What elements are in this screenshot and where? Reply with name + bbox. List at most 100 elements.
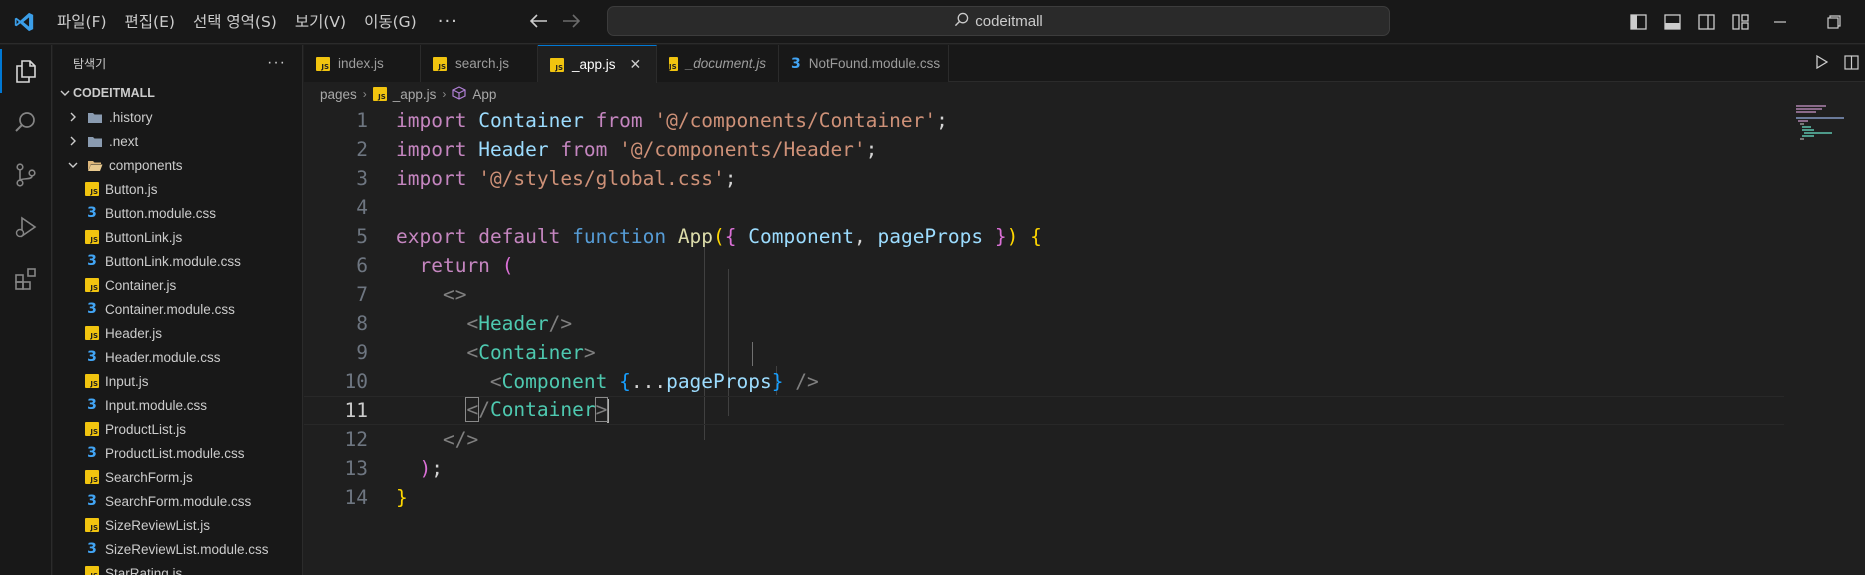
explorer-header: 탐색기 ··· <box>53 45 302 81</box>
line-number: 10 <box>344 370 368 393</box>
file-item[interactable]: 3 SizeReviewList.module.css <box>53 537 302 561</box>
file-item[interactable]: 3 ButtonLink.module.css <box>53 249 302 273</box>
tree-item-label: SearchForm.module.css <box>105 493 252 509</box>
menu-file[interactable]: 파일(F) <box>48 7 116 37</box>
code-line: 6 return ( <box>304 251 1784 280</box>
breadcrumb-symbol[interactable]: App <box>472 87 496 102</box>
customize-layout-icon[interactable] <box>1723 0 1757 44</box>
run-and-debug-icon[interactable] <box>0 201 52 253</box>
workspace-root[interactable]: CODEITMALL <box>53 81 302 105</box>
code-text: import Container from '@/components/Cont… <box>396 109 948 132</box>
tab-app-js[interactable]: JS _app.js ✕ <box>538 45 657 83</box>
file-item[interactable]: 3 Container.module.css <box>53 297 302 321</box>
line-number: 3 <box>356 167 368 190</box>
code-line: 7 <> <box>304 280 1784 309</box>
menu-selection[interactable]: 선택 영역(S) <box>184 7 286 37</box>
line-number: 6 <box>356 254 368 277</box>
line-number: 12 <box>344 428 368 451</box>
tab-label: _app.js <box>572 57 616 72</box>
split-editor-icon[interactable] <box>1844 54 1859 73</box>
folder-icon <box>87 110 103 124</box>
code-text: import Header from '@/components/Header'… <box>396 138 878 161</box>
tab-notfound-module-css[interactable]: 3 NotFound.module.css <box>779 45 949 82</box>
code-line: 12 </> <box>304 425 1784 454</box>
tab-search-js[interactable]: JS search.js <box>421 45 538 82</box>
code-line: 2 import Header from '@/components/Heade… <box>304 135 1784 164</box>
js-file-icon: JS <box>85 326 99 340</box>
tree-item-label: ProductList.js <box>105 421 187 437</box>
menu-edit[interactable]: 편집(E) <box>116 7 184 37</box>
close-icon[interactable]: ✕ <box>630 56 642 73</box>
tree-item-label: .next <box>109 133 139 149</box>
workspace-root-label: CODEITMALL <box>73 86 155 100</box>
file-item[interactable]: JS ButtonLink.js <box>53 225 302 249</box>
breadcrumb-folder[interactable]: pages <box>320 87 357 102</box>
css-file-icon: 3 <box>87 541 97 557</box>
source-control-icon[interactable] <box>0 149 52 201</box>
chevron-right-icon <box>65 136 81 146</box>
file-item[interactable]: 3 Input.module.css <box>53 393 302 417</box>
file-item[interactable]: JS ProductList.js <box>53 417 302 441</box>
toggle-primary-sidebar-icon[interactable] <box>1621 0 1655 44</box>
folder-item[interactable]: .history <box>53 105 302 129</box>
minimap[interactable] <box>1796 105 1848 145</box>
code-text: <Container> <box>466 341 596 364</box>
file-item[interactable]: JS Header.js <box>53 321 302 345</box>
js-file-icon: JS <box>85 182 99 196</box>
menu-view[interactable]: 보기(V) <box>286 7 355 37</box>
back-arrow-icon[interactable] <box>529 11 548 34</box>
breadcrumb: pages › JS _app.js › App <box>304 83 496 105</box>
file-item[interactable]: 3 SearchForm.module.css <box>53 489 302 513</box>
code-editor[interactable]: 1 import Container from '@/components/Co… <box>304 106 1865 575</box>
tree-item-label: SizeReviewList.module.css <box>105 541 269 557</box>
minimap-line <box>1796 108 1822 110</box>
minimap-line <box>1796 105 1826 107</box>
breadcrumb-file[interactable]: _app.js <box>393 87 437 102</box>
command-center-search[interactable]: codeitmall <box>607 6 1390 36</box>
extensions-icon[interactable] <box>0 253 52 305</box>
minimize-icon[interactable] <box>1757 0 1803 44</box>
toggle-secondary-sidebar-icon[interactable] <box>1689 0 1723 44</box>
tab-label: _document.js <box>685 56 766 71</box>
explorer-icon[interactable] <box>0 45 52 97</box>
line-number: 5 <box>356 225 368 248</box>
toggle-panel-icon[interactable] <box>1655 0 1689 44</box>
explorer-more-button[interactable]: ··· <box>267 54 286 72</box>
menu-more[interactable]: ··· <box>426 7 470 37</box>
file-item[interactable]: JS SearchForm.js <box>53 465 302 489</box>
js-file-icon: JS <box>669 56 678 71</box>
css-file-icon: 3 <box>87 253 97 269</box>
file-item[interactable]: JS Input.js <box>53 369 302 393</box>
text-cursor <box>607 398 610 423</box>
folder-item[interactable]: components <box>53 153 302 177</box>
search-view-icon[interactable] <box>0 97 52 149</box>
restore-icon[interactable] <box>1803 0 1865 44</box>
tree-item-label: Button.js <box>105 181 158 197</box>
title-bar: 파일(F) 편집(E) 선택 영역(S) 보기(V) 이동(G) ··· cod… <box>0 0 1865 44</box>
folder-item[interactable]: .next <box>53 129 302 153</box>
minimap-line <box>1802 135 1814 137</box>
symbol-cube-icon <box>452 85 466 103</box>
file-item[interactable]: 3 Button.module.css <box>53 201 302 225</box>
tab-index-js[interactable]: JS index.js <box>304 45 421 82</box>
tree-item-label: SizeReviewList.js <box>105 517 211 533</box>
css-file-icon: 3 <box>87 397 97 413</box>
file-item[interactable]: 3 Header.module.css <box>53 345 302 369</box>
file-item[interactable]: JS StarRating.js <box>53 561 302 575</box>
tree-item-label: StarRating.js <box>105 565 183 575</box>
line-number: 9 <box>356 341 368 364</box>
file-item[interactable]: JS SizeReviewList.js <box>53 513 302 537</box>
tab-document-js[interactable]: JS _document.js <box>657 45 779 82</box>
js-file-icon: JS <box>85 278 99 292</box>
forward-arrow-icon[interactable] <box>562 11 581 34</box>
tree-item-label: Header.module.css <box>105 349 221 365</box>
menu-go[interactable]: 이동(G) <box>355 7 426 37</box>
editor-tab-bar: JS index.js JS search.js JS _app.js ✕ JS _docume… <box>304 45 1865 83</box>
line-number: 4 <box>356 196 368 219</box>
tree-item-label: components <box>109 157 183 173</box>
js-file-icon: JS <box>85 518 99 532</box>
file-item[interactable]: 3 ProductList.module.css <box>53 441 302 465</box>
file-item[interactable]: JS Container.js <box>53 273 302 297</box>
file-item[interactable]: JS Button.js <box>53 177 302 201</box>
run-icon[interactable] <box>1816 54 1829 72</box>
